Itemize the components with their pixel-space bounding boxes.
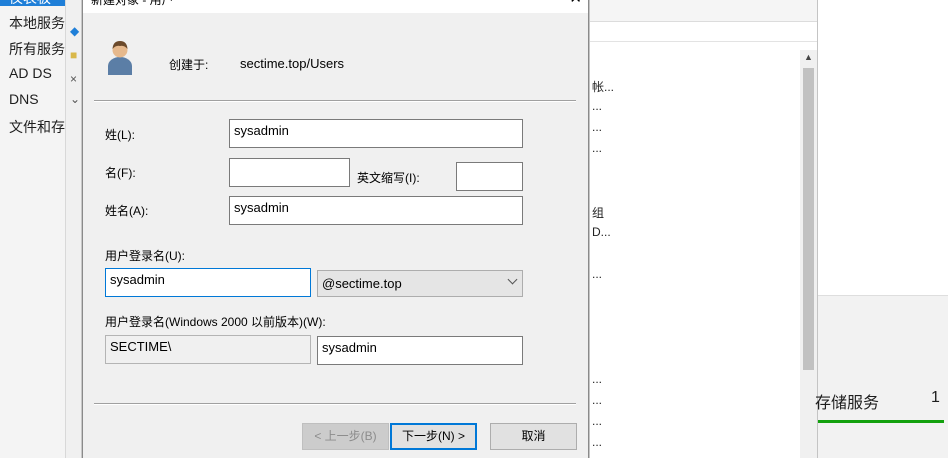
dialog-title: 新建对象 - 用户 (91, 0, 174, 7)
background-object-list: 帐... ... ... ... 组 D... ... ... ... ... … (589, 0, 818, 458)
full-name-label: 姓名(A): (105, 204, 149, 218)
new-user-dialog: 新建对象 - 用户 ✕ 创建于: sectime.top/Users 姓(L):… (82, 0, 589, 458)
scrollbar-thumb[interactable] (803, 68, 814, 370)
created-in-value: sectime.top/Users (240, 56, 345, 71)
scroll-up-icon[interactable]: ▲ (804, 52, 813, 62)
created-in-label: 创建于: (169, 58, 209, 72)
tile-count: 1 (931, 389, 940, 406)
tree-pane-edge: ◆ ■ × ⌄ (66, 0, 82, 458)
cancel-button[interactable]: 取消 (490, 423, 577, 450)
list-item[interactable]: ... (592, 372, 602, 386)
close-icon[interactable]: ✕ (569, 0, 582, 7)
dashboard-panel: 存储服务 1 (815, 0, 948, 458)
tile-status-bar (818, 420, 944, 423)
domain-select[interactable]: @sectime.top (317, 270, 523, 297)
list-toolbar (590, 0, 817, 22)
list-item[interactable]: ... (592, 267, 602, 281)
logon-name-label: 用户登录名(U): (105, 249, 185, 263)
list-item[interactable]: ... (592, 435, 602, 449)
sidebar-item-dashboard[interactable]: 仪表板 (9, 0, 51, 8)
list-item[interactable]: 组 (592, 204, 604, 221)
list-item[interactable]: ... (592, 141, 602, 155)
list-item[interactable]: ... (592, 414, 602, 428)
sidebar-item-file-storage[interactable]: 文件和存 (9, 117, 65, 137)
list-item[interactable]: ... (592, 120, 602, 134)
chevron-down-icon (507, 274, 518, 285)
list-item[interactable]: D... (592, 225, 611, 239)
initials-label: 英文缩写(I): (357, 171, 420, 185)
sidebar-item-dns[interactable]: DNS (9, 91, 39, 107)
tile-title[interactable]: 存储服务 (815, 389, 879, 413)
pre2000-logon-input[interactable]: sysadmin (317, 336, 523, 365)
chevron-down-icon[interactable]: ⌄ (70, 92, 80, 106)
list-header (590, 22, 817, 42)
list-item[interactable]: ... (592, 393, 602, 407)
initials-input[interactable] (456, 162, 523, 191)
pre2000-domain-field: SECTIME\ (105, 335, 311, 364)
last-name-label: 姓(L): (105, 128, 136, 142)
next-button[interactable]: 下一步(N) > (390, 423, 477, 450)
user-icon (108, 41, 132, 75)
sidebar-item-all-servers[interactable]: 所有服务器 (9, 39, 65, 59)
last-name-input[interactable]: sysadmin (229, 119, 523, 148)
first-name-input[interactable] (229, 158, 350, 187)
role-tile[interactable] (818, 295, 948, 458)
first-name-label: 名(F): (105, 166, 136, 180)
list-item[interactable]: 帐... (592, 78, 614, 95)
domain-select-value: @sectime.top (322, 276, 402, 291)
server-manager-sidebar: 仪表板 本地服务器 所有服务器 AD DS DNS 文件和存 (0, 0, 66, 458)
sidebar-item-local-server[interactable]: 本地服务器 (9, 13, 65, 33)
separator (94, 100, 576, 102)
back-button[interactable]: < 上一步(B) (302, 423, 389, 450)
diamond-icon: ◆ (70, 24, 80, 38)
separator (94, 403, 576, 405)
logon-name-input[interactable]: sysadmin (105, 268, 311, 297)
list-item[interactable]: ... (592, 99, 602, 113)
sidebar-item-ad-ds[interactable]: AD DS (9, 65, 52, 81)
pre2000-logon-label: 用户登录名(Windows 2000 以前版本)(W): (105, 315, 326, 329)
collapse-x-icon[interactable]: × (70, 72, 77, 86)
folder-icon: ■ (70, 48, 78, 62)
full-name-input[interactable]: sysadmin (229, 196, 523, 225)
dialog-titlebar: 新建对象 - 用户 ✕ (83, 0, 588, 13)
